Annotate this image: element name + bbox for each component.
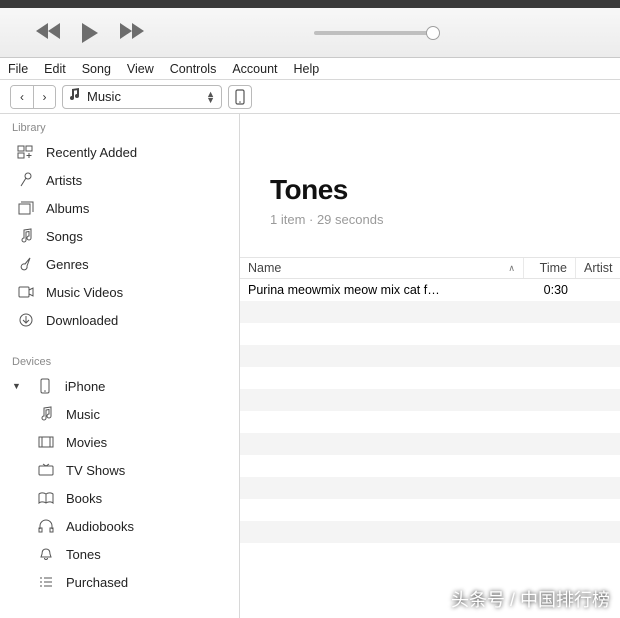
film-icon <box>36 436 56 448</box>
table-row <box>240 543 620 565</box>
forward-button[interactable]: › <box>33 86 55 108</box>
table-row <box>240 455 620 477</box>
column-header-artist[interactable]: Artist <box>576 258 620 278</box>
list-icon <box>36 576 56 588</box>
tracks-table: Name ∧ Time Artist Purina meowmix meow m… <box>240 257 620 618</box>
download-icon <box>16 313 36 327</box>
recently-added-icon <box>16 145 36 159</box>
address-bar-fragment <box>0 0 620 8</box>
menu-controls[interactable]: Controls <box>170 62 217 76</box>
sidebar-header-library: Library <box>0 114 239 138</box>
play-button[interactable] <box>80 22 100 44</box>
sidebar-item-music-videos[interactable]: Music Videos <box>0 278 239 306</box>
albums-icon <box>16 201 36 215</box>
sidebar-item-downloaded[interactable]: Downloaded <box>0 306 239 334</box>
sidebar-item-recently-added[interactable]: Recently Added <box>0 138 239 166</box>
cell-time: 0:30 <box>524 283 576 297</box>
disclosure-triangle-icon[interactable]: ▼ <box>12 381 21 391</box>
sidebar-item-label: Genres <box>46 257 89 272</box>
menu-file[interactable]: File <box>8 62 28 76</box>
table-row <box>240 477 620 499</box>
tv-icon <box>36 463 56 477</box>
device-button[interactable] <box>228 85 252 109</box>
next-track-button[interactable] <box>118 22 144 44</box>
music-note-icon <box>67 87 81 106</box>
table-row <box>240 367 620 389</box>
sidebar-item-label: Songs <box>46 229 83 244</box>
table-row <box>240 389 620 411</box>
menu-help[interactable]: Help <box>294 62 320 76</box>
nav-back-forward: ‹ › <box>10 85 56 109</box>
column-header-time[interactable]: Time <box>524 258 576 278</box>
sidebar-item-label: Music Videos <box>46 285 123 300</box>
menu-account[interactable]: Account <box>232 62 277 76</box>
sidebar-device-iphone[interactable]: ▼ iPhone <box>0 372 239 400</box>
sidebar-item-songs[interactable]: Songs <box>0 222 239 250</box>
column-header-name[interactable]: Name ∧ <box>240 258 524 278</box>
menu-song[interactable]: Song <box>82 62 111 76</box>
table-row <box>240 411 620 433</box>
table-row[interactable]: Purina meowmix meow mix cat f… 0:30 <box>240 279 620 301</box>
menu-edit[interactable]: Edit <box>44 62 66 76</box>
volume-knob[interactable] <box>426 26 440 40</box>
sidebar-item-label: Books <box>66 491 102 506</box>
sidebar-item-label: Music <box>66 407 100 422</box>
sidebar: Library Recently Added Artists Albums So… <box>0 114 240 618</box>
sidebar-header-devices: Devices <box>0 348 239 372</box>
headphones-icon <box>36 519 56 533</box>
table-row <box>240 323 620 345</box>
player-toolbar <box>0 8 620 58</box>
sidebar-device-movies[interactable]: Movies <box>0 428 239 456</box>
previous-track-button[interactable] <box>36 22 62 44</box>
video-icon <box>16 286 36 298</box>
nav-row: ‹ › Music ▲▼ <box>0 80 620 114</box>
cell-name: Purina meowmix meow mix cat f… <box>240 283 524 297</box>
sidebar-device-music[interactable]: Music <box>0 400 239 428</box>
sidebar-item-label: Albums <box>46 201 89 216</box>
sidebar-item-label: Tones <box>66 547 101 562</box>
menu-bar: File Edit Song View Controls Account Hel… <box>0 58 620 80</box>
table-row <box>240 521 620 543</box>
book-icon <box>36 492 56 504</box>
page-title: Tones <box>270 174 590 206</box>
music-note-icon <box>16 228 36 244</box>
sidebar-item-label: TV Shows <box>66 463 125 478</box>
sidebar-item-genres[interactable]: Genres <box>0 250 239 278</box>
table-row <box>240 345 620 367</box>
back-button[interactable]: ‹ <box>11 86 33 108</box>
page-subtitle: 1 item · 29 seconds <box>270 212 590 227</box>
sidebar-device-audiobooks[interactable]: Audiobooks <box>0 512 239 540</box>
media-picker-label: Music <box>87 89 200 104</box>
sort-asc-icon: ∧ <box>508 263 515 274</box>
updown-icon: ▲▼ <box>206 91 215 103</box>
sidebar-device-label: iPhone <box>65 379 105 394</box>
main-content: Tones 1 item · 29 seconds Name ∧ Time Ar… <box>240 114 620 618</box>
media-picker[interactable]: Music ▲▼ <box>62 85 222 109</box>
sidebar-item-label: Recently Added <box>46 145 137 160</box>
sidebar-item-label: Movies <box>66 435 107 450</box>
music-note-icon <box>36 406 56 422</box>
menu-view[interactable]: View <box>127 62 154 76</box>
sidebar-device-books[interactable]: Books <box>0 484 239 512</box>
sidebar-item-label: Downloaded <box>46 313 118 328</box>
sidebar-device-tones[interactable]: Tones <box>0 540 239 568</box>
sidebar-device-purchased[interactable]: Purchased <box>0 568 239 596</box>
guitar-icon <box>16 256 36 272</box>
sidebar-device-tvshows[interactable]: TV Shows <box>0 456 239 484</box>
bell-icon <box>36 547 56 561</box>
sidebar-item-label: Audiobooks <box>66 519 134 534</box>
table-row <box>240 301 620 323</box>
sidebar-item-label: Purchased <box>66 575 128 590</box>
sidebar-item-albums[interactable]: Albums <box>0 194 239 222</box>
volume-slider[interactable] <box>314 31 434 35</box>
iphone-icon <box>35 378 55 394</box>
sidebar-item-label: Artists <box>46 173 82 188</box>
sidebar-item-artists[interactable]: Artists <box>0 166 239 194</box>
microphone-icon <box>16 172 36 188</box>
table-header: Name ∧ Time Artist <box>240 257 620 279</box>
table-row <box>240 433 620 455</box>
table-row <box>240 499 620 521</box>
